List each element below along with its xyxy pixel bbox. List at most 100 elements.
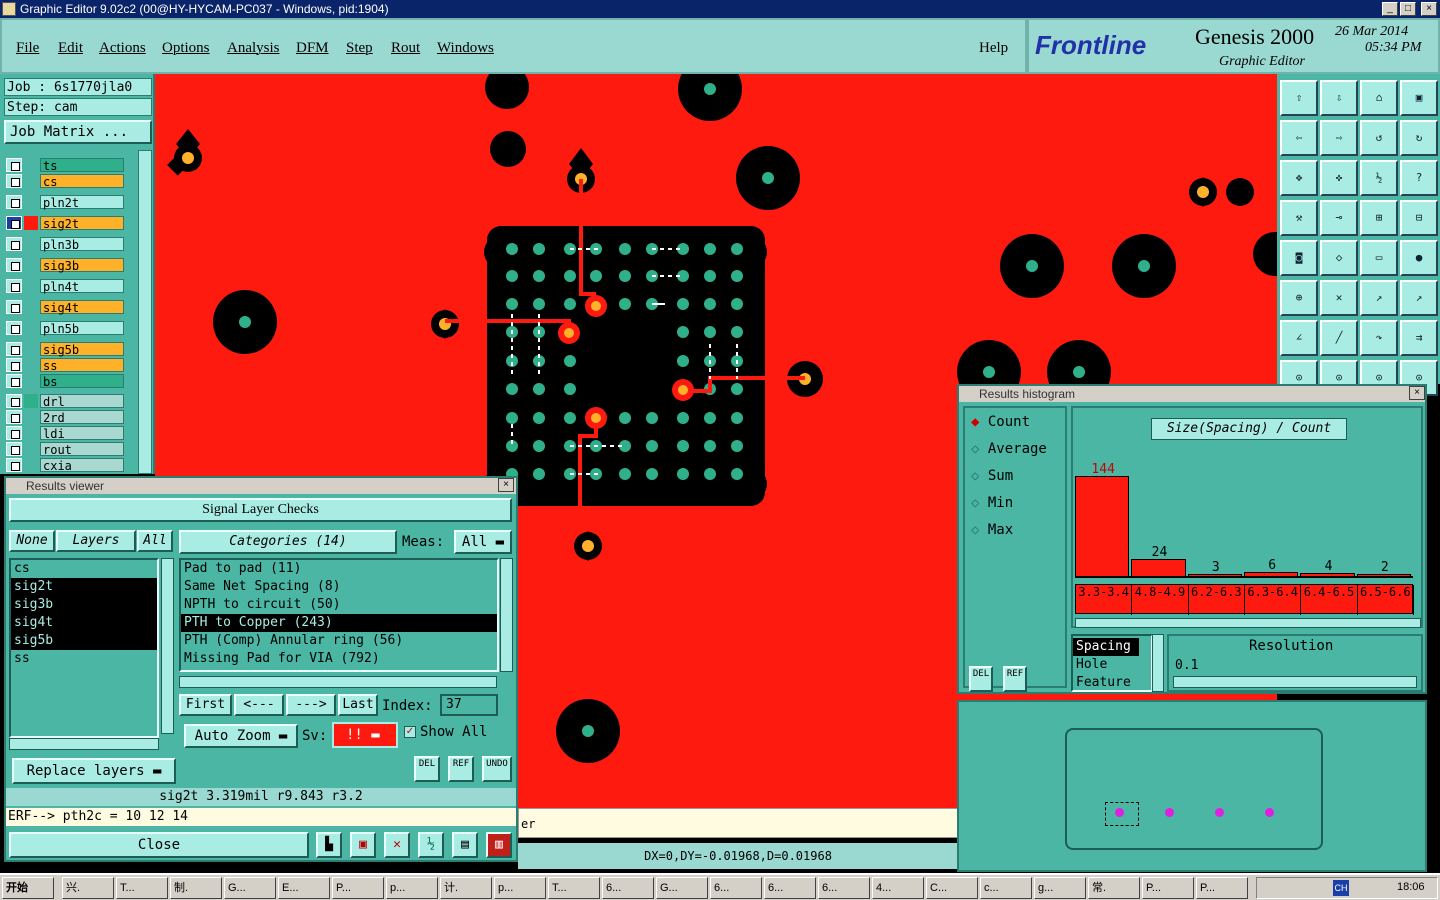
- layer-color-swatch[interactable]: [24, 300, 38, 314]
- net-icon[interactable]: ⊞: [1360, 200, 1398, 236]
- category-item[interactable]: Missing Pad for VIA (792): [181, 650, 497, 668]
- layer-name[interactable]: ss: [40, 358, 124, 373]
- taskbar-item[interactable]: T...: [548, 877, 600, 899]
- layer-row-rout[interactable]: rout: [6, 442, 124, 457]
- taskbar-item[interactable]: T...: [116, 877, 168, 899]
- zoom-up-icon[interactable]: ⇧: [1280, 80, 1318, 116]
- angle-icon[interactable]: ∠: [1280, 320, 1318, 356]
- window-icon[interactable]: ▣: [1400, 80, 1438, 116]
- arrow-icon[interactable]: ↗: [1360, 280, 1398, 316]
- menu-actions[interactable]: Actions: [99, 40, 146, 57]
- layer-name[interactable]: cs: [40, 174, 124, 189]
- layer-row-sig2t[interactable]: sig2t: [6, 216, 124, 231]
- result-layer-item[interactable]: sig2t: [11, 578, 157, 596]
- taskbar-item[interactable]: 常.: [1088, 877, 1140, 899]
- mirror-icon[interactable]: ⇉: [1400, 320, 1438, 356]
- layer-results-hscrollbar[interactable]: [9, 738, 159, 750]
- meas-dropdown[interactable]: All ▬: [454, 530, 512, 554]
- param-item[interactable]: Feature: [1073, 674, 1151, 692]
- del-button[interactable]: DEL: [414, 756, 440, 782]
- layer-color-swatch[interactable]: [24, 195, 38, 209]
- result-layer-item[interactable]: cs: [11, 560, 157, 578]
- layer-name[interactable]: pln3b: [40, 237, 124, 252]
- taskbar-item[interactable]: 6...: [710, 877, 762, 899]
- auto-zoom-dropdown[interactable]: Auto Zoom ▬: [184, 724, 298, 748]
- language-indicator[interactable]: CH: [1333, 880, 1349, 896]
- result-layer-item[interactable]: sig3b: [11, 596, 157, 614]
- layer-row-pln2t[interactable]: pln2t: [6, 195, 124, 210]
- layer-checkbox[interactable]: [6, 195, 22, 209]
- mode-count-radio[interactable]: ◆ Count: [971, 414, 1030, 430]
- job-matrix-button[interactable]: Job Matrix ...: [4, 120, 152, 144]
- taskbar-item[interactable]: 兴.: [62, 877, 114, 899]
- net2-icon[interactable]: ⊟: [1400, 200, 1438, 236]
- app-icon[interactable]: [2, 2, 16, 16]
- layer-color-swatch[interactable]: [24, 237, 38, 251]
- layer-name[interactable]: sig4t: [40, 300, 124, 315]
- layer-checkbox[interactable]: [6, 258, 22, 272]
- all-layers-button[interactable]: All: [137, 530, 173, 552]
- layer-name[interactable]: pln4t: [40, 279, 124, 294]
- line-icon[interactable]: ╱: [1320, 320, 1358, 356]
- minimize-button[interactable]: _: [1382, 2, 1398, 16]
- histogram-bar[interactable]: [1131, 559, 1186, 576]
- layer-results-list[interactable]: cs sig2t sig3b sig4t sig5b ss: [9, 558, 159, 738]
- taskbar-item[interactable]: p...: [386, 877, 438, 899]
- layer-row-pln4t[interactable]: pln4t: [6, 279, 124, 294]
- layer-row-cs[interactable]: cs: [6, 174, 124, 189]
- layer-color-swatch[interactable]: [24, 442, 38, 456]
- categories-hscrollbar[interactable]: [179, 676, 497, 688]
- arrow2-icon[interactable]: ↗: [1400, 280, 1438, 316]
- layer-checkbox[interactable]: [6, 426, 22, 440]
- category-item[interactable]: NPTH to circuit (50): [181, 596, 497, 614]
- layer-checkbox[interactable]: [6, 410, 22, 424]
- ref-button[interactable]: REF: [448, 756, 474, 782]
- layer-color-swatch[interactable]: [24, 258, 38, 272]
- zoom-down-icon[interactable]: ⇩: [1320, 80, 1358, 116]
- layer-name[interactable]: drl: [40, 394, 124, 409]
- layer-name[interactable]: pln2t: [40, 195, 124, 210]
- layer-checkbox[interactable]: [6, 158, 22, 172]
- fit-icon[interactable]: ✥: [1280, 160, 1318, 196]
- taskbar-item[interactable]: 6...: [764, 877, 816, 899]
- redo-view-icon[interactable]: ↻: [1400, 120, 1438, 156]
- taskbar-item[interactable]: c...: [980, 877, 1032, 899]
- menu-step[interactable]: Step: [346, 40, 373, 57]
- menu-rout[interactable]: Rout: [391, 40, 420, 57]
- layer-checkbox[interactable]: [6, 374, 22, 388]
- taskbar-item[interactable]: 制.: [170, 877, 222, 899]
- result-layer-item[interactable]: ss: [11, 650, 157, 668]
- one-two-icon[interactable]: ½: [418, 832, 444, 858]
- layer-checkbox[interactable]: [6, 321, 22, 335]
- hist-ref-button[interactable]: REF: [1003, 666, 1027, 692]
- close-button[interactable]: Close: [9, 832, 309, 858]
- show-all-checkbox[interactable]: ✓: [404, 726, 416, 738]
- overview-map[interactable]: [957, 700, 1427, 872]
- undo-view-icon[interactable]: ↺: [1360, 120, 1398, 156]
- layer-color-swatch[interactable]: [24, 426, 38, 440]
- next-button[interactable]: --->: [286, 694, 336, 716]
- resolution-slider[interactable]: [1173, 676, 1417, 688]
- layer-checkbox[interactable]: [6, 216, 22, 230]
- layer-row-2rd[interactable]: 2rd: [6, 410, 124, 425]
- ruler-icon[interactable]: ▭: [1360, 240, 1398, 276]
- layer-name[interactable]: rout: [40, 442, 124, 457]
- layer-name[interactable]: sig5b: [40, 342, 124, 357]
- menu-file[interactable]: File: [16, 40, 39, 57]
- fill-icon[interactable]: ◙: [1280, 240, 1318, 276]
- layer-checkbox[interactable]: [6, 174, 22, 188]
- mode-average-radio[interactable]: ◇ Average: [971, 441, 1047, 457]
- layer-color-swatch[interactable]: [24, 321, 38, 335]
- one-to-two-icon[interactable]: ½: [1360, 160, 1398, 196]
- layer-color-swatch[interactable]: [24, 279, 38, 293]
- taskbar-item[interactable]: G...: [656, 877, 708, 899]
- layer-color-swatch[interactable]: [24, 374, 38, 388]
- undo-button[interactable]: UNDO: [482, 756, 512, 782]
- layer-name[interactable]: pln5b: [40, 321, 124, 336]
- layer-name[interactable]: sig3b: [40, 258, 124, 273]
- layer-checkbox[interactable]: [6, 458, 22, 472]
- category-item[interactable]: Same Net Spacing (8): [181, 578, 497, 596]
- start-button[interactable]: 开始: [2, 877, 54, 899]
- layer-row-cxia[interactable]: cxia: [6, 458, 124, 473]
- severity-dropdown[interactable]: !! ▬: [332, 722, 398, 748]
